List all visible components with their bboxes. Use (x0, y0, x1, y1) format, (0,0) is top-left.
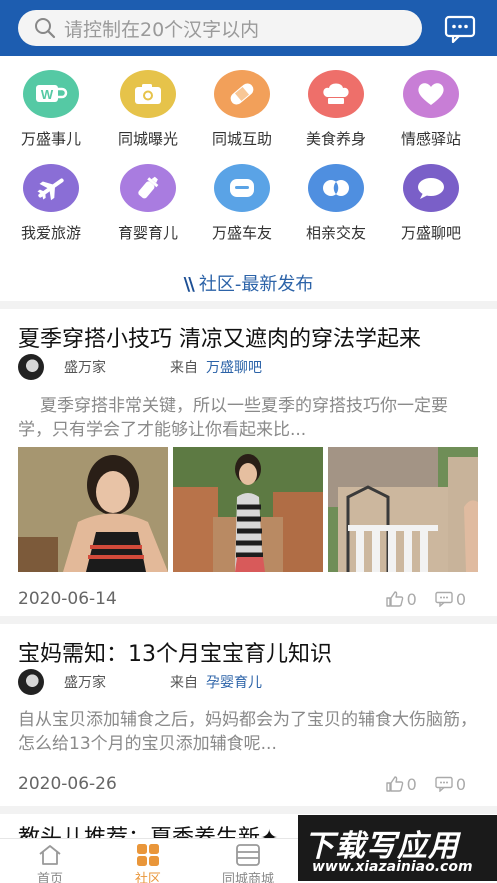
post-author-row: 盛万家 来自 万盛聊吧 (18, 354, 262, 380)
post-excerpt: 夏季穿搭非常关键，所以一些夏季的穿搭技巧你一定要学，只有学会了才能够让你看起来比… (18, 396, 448, 440)
search-icon (35, 18, 56, 39)
category-item[interactable]: 我爱旅游 (3, 164, 99, 243)
author-name: 盛万家 (64, 675, 106, 691)
category-item[interactable]: 育婴育儿 (100, 164, 196, 243)
post-excerpt: 自从宝贝添加辅食之后，妈妈都会为了宝贝的辅食大伤脑筋，怎么给13个月的宝贝添加辅… (18, 710, 477, 754)
avatar[interactable] (18, 669, 44, 695)
grid-icon (137, 844, 159, 866)
post-image[interactable] (173, 447, 323, 572)
post-image[interactable] (328, 447, 478, 572)
like-button[interactable]: 0 (385, 775, 417, 794)
tab-community[interactable]: 社区 (100, 839, 196, 883)
category-item[interactable]: 万盛聊吧 (383, 164, 479, 243)
category-item[interactable]: 相亲交友 (288, 164, 384, 243)
avatar[interactable] (18, 354, 44, 380)
speech-bubble-icon (403, 164, 459, 212)
post-author-row: 盛万家 来自 孕婴育儿 (18, 669, 262, 695)
comment-button[interactable]: 0 (435, 775, 466, 794)
search-placeholder: 请控制在20个汉字以内 (64, 18, 260, 41)
category-item[interactable]: 万盛车友 (194, 164, 290, 243)
cup-w-icon: W (23, 70, 79, 118)
post-meta: 2020-06-26 0 0 (18, 774, 466, 794)
post-meta: 2020-06-14 0 0 (18, 589, 466, 609)
post-title[interactable]: 宝妈需知：13个月宝宝育儿知识 (18, 636, 332, 668)
category-item[interactable]: 情感驿站 (383, 70, 479, 149)
post-images (18, 447, 478, 572)
post-date: 2020-06-26 (18, 774, 117, 794)
heart-icon (403, 70, 459, 118)
couple-icon (308, 164, 364, 212)
section-title: \\ 社区-最新发布 (183, 274, 314, 295)
tab-home[interactable]: 首页 (2, 839, 98, 883)
divider (0, 616, 497, 624)
from-label: 来自 (170, 675, 198, 691)
chat-bubble-icon[interactable] (444, 15, 476, 43)
bandage-icon (214, 70, 270, 118)
post-date: 2020-06-14 (18, 589, 117, 609)
divider (0, 301, 497, 309)
post-category-link[interactable]: 孕婴育儿 (206, 672, 262, 692)
category-item[interactable]: 同城曝光 (100, 70, 196, 149)
tab-shop[interactable]: 同城商城 (200, 839, 296, 883)
watermark: 下载写应用 www.xiazainiao.com (298, 815, 497, 881)
post-category-link[interactable]: 万盛聊吧 (206, 357, 262, 377)
top-header: 请控制在20个汉字以内 (0, 0, 497, 56)
author-name: 盛万家 (64, 360, 106, 376)
airplane-icon (23, 164, 79, 212)
category-item[interactable]: 同城互助 (194, 70, 290, 149)
comment-button[interactable]: 0 (435, 590, 466, 609)
post-title[interactable]: 夏季穿搭小技巧 清凉又遮肉的穿法学起来 (18, 321, 421, 353)
home-icon (39, 845, 61, 865)
chef-hat-icon (308, 70, 364, 118)
category-item[interactable]: W 万盛事儿 (3, 70, 99, 149)
svg-text:W: W (41, 87, 54, 102)
thumbs-up-icon (385, 776, 403, 792)
from-label: 来自 (170, 360, 198, 376)
car-icon (214, 164, 270, 212)
comment-icon (435, 776, 453, 792)
comment-icon (435, 591, 453, 607)
divider (0, 806, 497, 814)
shop-icon (236, 844, 260, 866)
section-marker-icon: \\ (183, 274, 195, 295)
baby-bottle-icon (120, 164, 176, 212)
post-image[interactable] (18, 447, 168, 572)
camera-icon (120, 70, 176, 118)
like-button[interactable]: 0 (385, 590, 417, 609)
category-item[interactable]: 美食养身 (288, 70, 384, 149)
search-bar[interactable]: 请控制在20个汉字以内 (18, 10, 422, 46)
thumbs-up-icon (385, 591, 403, 607)
